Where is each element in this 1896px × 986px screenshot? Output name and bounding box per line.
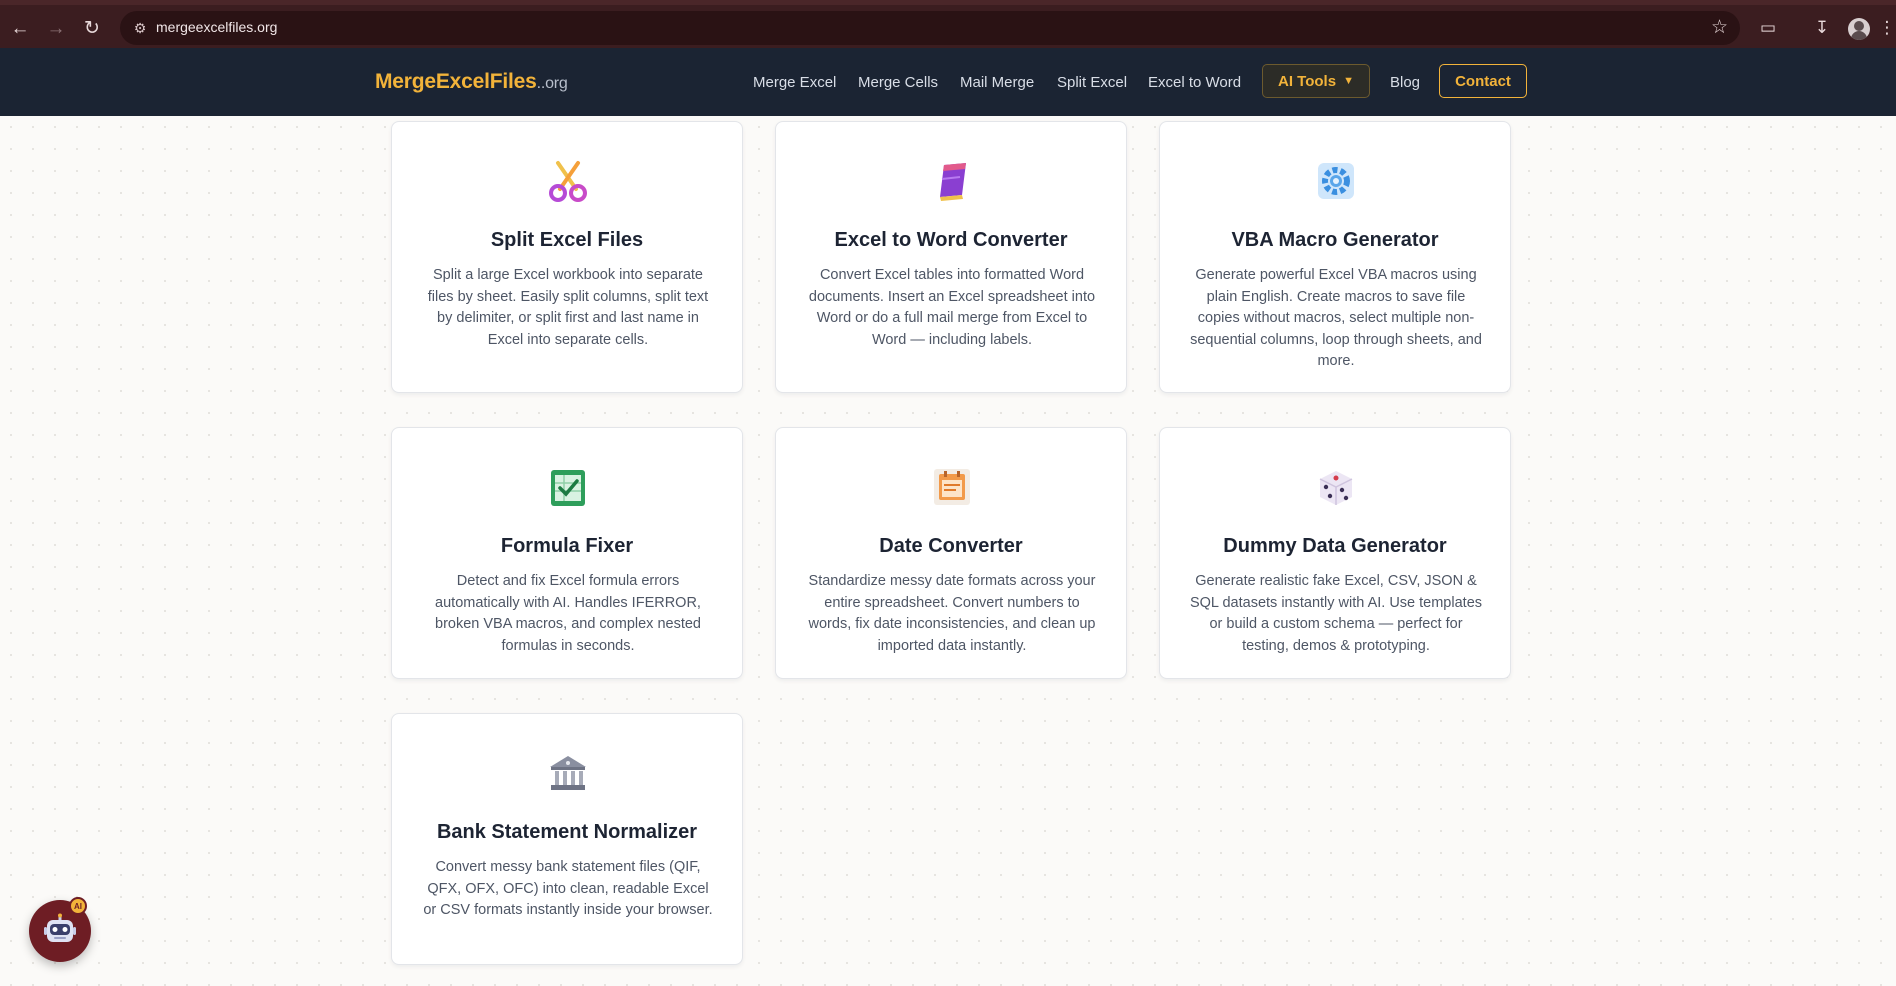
card-title: VBA Macro Generator: [1231, 229, 1439, 251]
back-icon[interactable]: ←: [6, 14, 34, 42]
card-title: Formula Fixer: [500, 535, 634, 557]
browser-toolbar: ← → ↻ ⚙ mergeexcelfiles.org ☆ ▭ ↧ ⋮: [0, 0, 1896, 48]
logo-main-text: MergeExcelFiles: [375, 70, 537, 93]
gear-icon: [1312, 157, 1360, 205]
nav-split-excel[interactable]: Split Excel: [1057, 74, 1127, 91]
nav-excel-to-word[interactable]: Excel to Word: [1148, 74, 1241, 91]
ai-tools-dropdown[interactable]: AI Tools ▼: [1262, 64, 1370, 98]
scissors-icon: [544, 157, 592, 205]
contact-button[interactable]: Contact: [1439, 64, 1527, 98]
ai-badge: AI: [69, 897, 87, 915]
nav-mail-merge[interactable]: Mail Merge: [960, 74, 1034, 91]
spreadsheet-check-icon: [544, 463, 592, 511]
card-description: Generate powerful Excel VBA macros using…: [1190, 267, 1482, 369]
card-title: Bank Statement Normalizer: [436, 821, 698, 843]
cast-icon[interactable]: ▭: [1754, 14, 1782, 42]
tool-card-bank-statement[interactable]: Bank Statement Normalizer Convert messy …: [391, 713, 743, 965]
chevron-down-icon: ▼: [1343, 75, 1354, 87]
nav-merge-excel[interactable]: Merge Excel: [753, 74, 836, 91]
book-icon: [928, 157, 976, 205]
tool-card-excel-to-word[interactable]: Excel to Word Converter Convert Excel ta…: [775, 121, 1127, 393]
logo-tld-text: ..org: [536, 75, 568, 92]
reload-icon[interactable]: ↻: [78, 14, 106, 42]
tool-card-dummy-data[interactable]: Dummy Data Generator Generate realistic …: [1159, 427, 1511, 679]
address-bar[interactable]: ⚙ mergeexcelfiles.org ☆: [120, 11, 1740, 45]
profile-avatar[interactable]: [1848, 18, 1870, 40]
bookmark-star-icon[interactable]: ☆: [1711, 16, 1728, 39]
site-header: MergeExcelFiles..org Merge Excel Merge C…: [0, 48, 1896, 116]
nav-blog[interactable]: Blog: [1390, 74, 1420, 91]
card-description: Standardize messy date formats across yo…: [808, 573, 1096, 654]
tools-grid: Split Excel Files Split a large Excel wo…: [0, 116, 1896, 986]
url-text[interactable]: mergeexcelfiles.org: [156, 19, 277, 35]
tool-card-split-excel[interactable]: Split Excel Files Split a large Excel wo…: [391, 121, 743, 393]
card-title: Dummy Data Generator: [1223, 535, 1447, 557]
tool-card-formula-fixer[interactable]: Formula Fixer Detect and fix Excel formu…: [391, 427, 743, 679]
card-description: Generate realistic fake Excel, CSV, JSON…: [1189, 573, 1483, 654]
card-title: Date Converter: [879, 535, 1023, 557]
card-description: Convert Excel tables into formatted Word…: [808, 267, 1096, 348]
bank-icon: [544, 749, 592, 797]
card-title: Excel to Word Converter: [834, 229, 1068, 251]
card-description: Convert messy bank statement files (QIF,…: [423, 859, 713, 918]
ai-tools-label: AI Tools: [1278, 72, 1337, 90]
site-settings-icon[interactable]: ⚙: [130, 18, 150, 38]
browser-menu-icon[interactable]: ⋮: [1878, 14, 1896, 42]
card-description: Split a large Excel workbook into separa…: [427, 267, 709, 348]
card-title: Split Excel Files: [490, 229, 644, 251]
tool-card-vba-macro[interactable]: VBA Macro Generator Generate powerful Ex…: [1159, 121, 1511, 393]
site-logo[interactable]: MergeExcelFiles..org: [375, 70, 568, 94]
forward-icon[interactable]: →: [42, 14, 70, 42]
nav-merge-cells[interactable]: Merge Cells: [858, 74, 938, 91]
calendar-icon: [928, 463, 976, 511]
download-icon[interactable]: ↧: [1808, 14, 1836, 42]
robot-icon: [44, 913, 76, 942]
dice-icon: [1312, 463, 1360, 511]
card-description: Detect and fix Excel formula errors auto…: [435, 573, 701, 654]
tool-card-date-converter[interactable]: Date Converter Standardize messy date fo…: [775, 427, 1127, 679]
